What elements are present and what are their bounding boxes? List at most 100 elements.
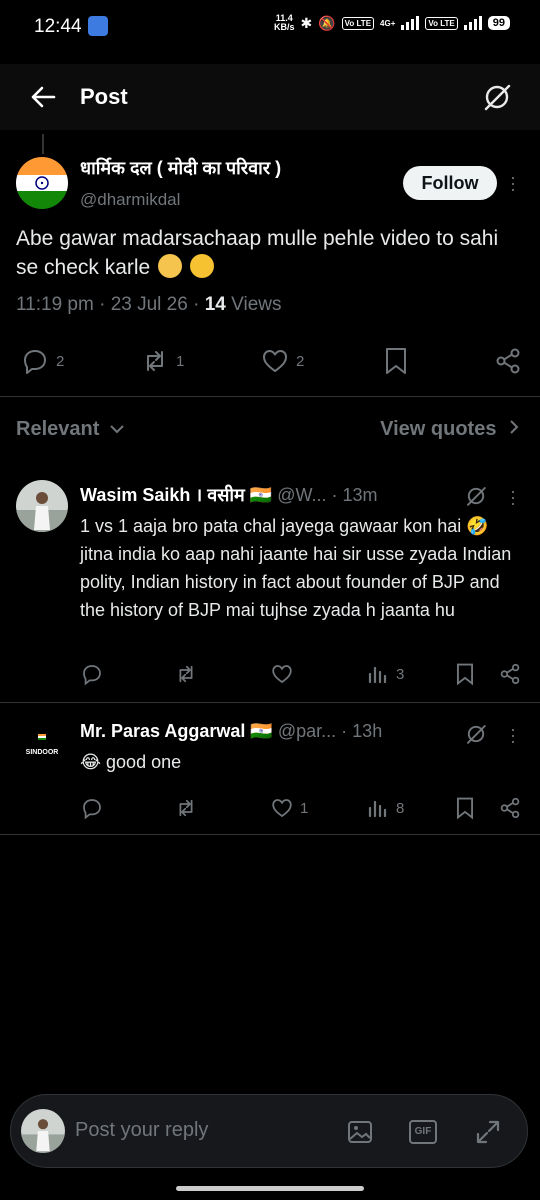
repost-action[interactable] bbox=[174, 796, 204, 820]
bookmark-icon bbox=[386, 348, 406, 374]
grok-icon[interactable] bbox=[482, 82, 512, 112]
repost-action[interactable] bbox=[174, 662, 204, 686]
reply-icon bbox=[24, 350, 46, 374]
more-options-icon[interactable]: · · · bbox=[508, 720, 518, 750]
expand-icon[interactable] bbox=[473, 1117, 503, 1147]
divider bbox=[0, 702, 540, 703]
reply-icon bbox=[83, 799, 101, 820]
view-count: 14 bbox=[204, 294, 226, 315]
status-bar: 12:44 11.4 KB/s ✱ 🔕 Vo LTE 4G+ Vo LTE 99 bbox=[0, 0, 540, 56]
like-action[interactable]: 1 bbox=[270, 796, 308, 820]
reply-action[interactable]: 2 bbox=[20, 346, 64, 376]
reply-input[interactable]: Post your reply bbox=[75, 1119, 208, 1142]
thread-connector bbox=[42, 134, 44, 154]
image-icon[interactable] bbox=[345, 1117, 375, 1147]
reply-item[interactable]: Wasim Saikh । वसीम 🇮🇳 @W... · 13m · · · 1 … bbox=[0, 478, 540, 698]
sort-dropdown[interactable]: Relevant bbox=[16, 418, 125, 441]
view-quotes-link[interactable]: View quotes bbox=[380, 418, 520, 441]
author-handle[interactable]: @dharmikdal bbox=[80, 190, 180, 210]
follow-button[interactable]: Follow bbox=[403, 166, 497, 200]
repost-action[interactable]: 1 bbox=[140, 346, 184, 376]
chevron-right-icon bbox=[510, 420, 519, 434]
my-avatar bbox=[21, 1109, 65, 1153]
reply-author-handle[interactable]: @W... bbox=[277, 485, 326, 505]
heart-icon bbox=[263, 350, 287, 372]
author-name[interactable]: धार्मिक दल ( मोदी का परिवार ) bbox=[80, 156, 281, 180]
reply-action[interactable] bbox=[80, 796, 110, 820]
view-quotes-label: View quotes bbox=[380, 418, 497, 440]
bookmark-action[interactable] bbox=[454, 662, 476, 686]
post-meta: 11:19 pm · 23 Jul 26 · 14 Views bbox=[16, 294, 282, 315]
reply-header: Wasim Saikh । वसीम 🇮🇳 @W... · 13m bbox=[80, 483, 378, 507]
reply-author-handle[interactable]: @par... bbox=[278, 721, 336, 741]
reply-action[interactable] bbox=[80, 662, 110, 686]
like-action[interactable] bbox=[270, 662, 300, 686]
reply-icon bbox=[83, 665, 101, 686]
more-options-icon[interactable]: · · · bbox=[508, 482, 518, 512]
grok-icon[interactable] bbox=[464, 722, 488, 746]
bookmark-icon bbox=[456, 797, 474, 820]
like-count: 2 bbox=[296, 352, 305, 370]
reply-item[interactable]: SINDOOR Mr. Paras Aggarwal 🇮🇳 @par... · … bbox=[0, 716, 540, 836]
reply-time: · 13m bbox=[331, 485, 378, 505]
volte-badge: Vo LTE bbox=[341, 16, 375, 30]
mute-icon: 🔕 bbox=[318, 14, 336, 31]
bookmark-action[interactable] bbox=[454, 796, 476, 820]
post-actions: 2 1 2 bbox=[0, 340, 540, 380]
analytics-icon bbox=[368, 666, 387, 684]
sort-label: Relevant bbox=[16, 418, 100, 440]
share-action[interactable] bbox=[498, 796, 522, 820]
analytics-icon bbox=[368, 800, 387, 818]
home-indicator[interactable] bbox=[176, 1186, 364, 1191]
like-action[interactable]: 2 bbox=[260, 346, 304, 376]
views-action[interactable]: 3 bbox=[366, 662, 404, 686]
views-label: Views bbox=[231, 294, 282, 315]
divider bbox=[0, 396, 540, 397]
back-arrow-icon[interactable] bbox=[28, 82, 58, 112]
more-options-icon[interactable]: · · · bbox=[508, 168, 518, 198]
post-text: Abe gawar madarsachaap mulle pehle video… bbox=[16, 227, 499, 279]
laughing-emoji-icon bbox=[189, 254, 214, 278]
repost-count: 1 bbox=[176, 352, 185, 370]
reply-avatar[interactable]: SINDOOR bbox=[16, 718, 68, 770]
view-count: 3 bbox=[396, 665, 405, 683]
like-count: 1 bbox=[300, 799, 309, 817]
share-action[interactable] bbox=[494, 346, 522, 376]
share-icon bbox=[496, 348, 520, 374]
heart-icon bbox=[272, 799, 292, 818]
reply-time: · 13h bbox=[341, 721, 383, 741]
reply-author-name[interactable]: Wasim Saikh । वसीम 🇮🇳 bbox=[80, 485, 272, 505]
reply-actions: 3 bbox=[0, 662, 540, 692]
divider bbox=[0, 834, 540, 835]
status-time: 12:44 bbox=[34, 16, 82, 37]
volte-badge-2: Vo LTE bbox=[425, 16, 458, 30]
views-action[interactable]: 8 bbox=[366, 796, 404, 820]
reply-avatar[interactable] bbox=[16, 480, 68, 532]
share-icon bbox=[500, 663, 520, 685]
signal-icon-2 bbox=[463, 16, 482, 30]
page-title: Post bbox=[80, 84, 128, 109]
post-time: 11:19 pm bbox=[16, 294, 94, 315]
heart-icon bbox=[272, 665, 292, 684]
battery-icon: 99 bbox=[487, 16, 510, 30]
repost-icon bbox=[179, 665, 193, 683]
status-icons: 11.4 KB/s ✱ 🔕 Vo LTE 4G+ Vo LTE 99 bbox=[274, 14, 510, 32]
bookmark-action[interactable] bbox=[382, 346, 410, 376]
reply-author-name[interactable]: Mr. Paras Aggarwal 🇮🇳 bbox=[80, 721, 273, 741]
share-action[interactable] bbox=[498, 662, 522, 686]
chevron-down-icon bbox=[110, 425, 124, 434]
author-avatar[interactable] bbox=[16, 157, 68, 209]
network-type: 4G+ bbox=[380, 18, 396, 28]
share-icon bbox=[500, 797, 520, 819]
view-count: 8 bbox=[396, 799, 405, 817]
gif-icon[interactable]: GIF bbox=[409, 1120, 437, 1144]
reply-header: Mr. Paras Aggarwal 🇮🇳 @par... · 13h bbox=[80, 721, 382, 742]
repost-icon bbox=[147, 351, 163, 371]
bluetooth-icon: ✱ bbox=[300, 14, 313, 31]
signal-icon bbox=[401, 16, 420, 30]
grok-icon[interactable] bbox=[464, 484, 488, 508]
top-bar: Post bbox=[0, 64, 540, 130]
repost-icon bbox=[179, 799, 193, 817]
notification-app-icon bbox=[88, 16, 108, 36]
reply-composer[interactable]: Post your reply GIF bbox=[10, 1094, 528, 1168]
